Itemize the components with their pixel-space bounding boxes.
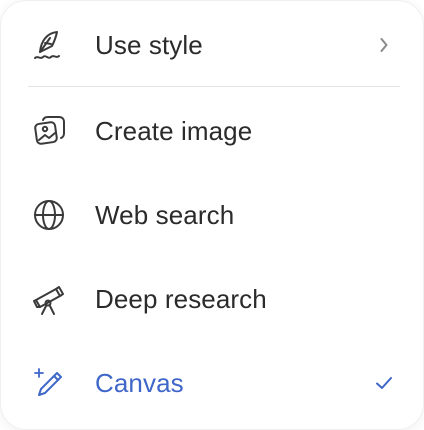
- menu-item-use-style[interactable]: Use style: [0, 3, 424, 87]
- menu-item-label: Create image: [95, 115, 253, 146]
- image-stack-icon: [31, 113, 67, 149]
- menu-item-label: Canvas: [95, 367, 184, 398]
- sparkle-pen-icon: [31, 365, 67, 401]
- menu-divider: [28, 86, 400, 87]
- menu-item-label: Use style: [95, 29, 203, 60]
- chevron-right-icon: [372, 33, 396, 57]
- tools-menu: Use style Create image Web search Deep r…: [0, 0, 424, 430]
- menu-item-web-search[interactable]: Web search: [0, 173, 424, 257]
- checkmark-icon: [372, 371, 396, 395]
- menu-item-label: Deep research: [95, 283, 267, 314]
- menu-item-create-image[interactable]: Create image: [0, 89, 424, 173]
- telescope-icon: [31, 281, 67, 317]
- menu-item-label: Web search: [95, 199, 235, 230]
- quill-pen-icon: [31, 27, 67, 63]
- globe-icon: [31, 197, 67, 233]
- menu-item-canvas[interactable]: Canvas: [0, 341, 424, 425]
- menu-item-deep-research[interactable]: Deep research: [0, 257, 424, 341]
